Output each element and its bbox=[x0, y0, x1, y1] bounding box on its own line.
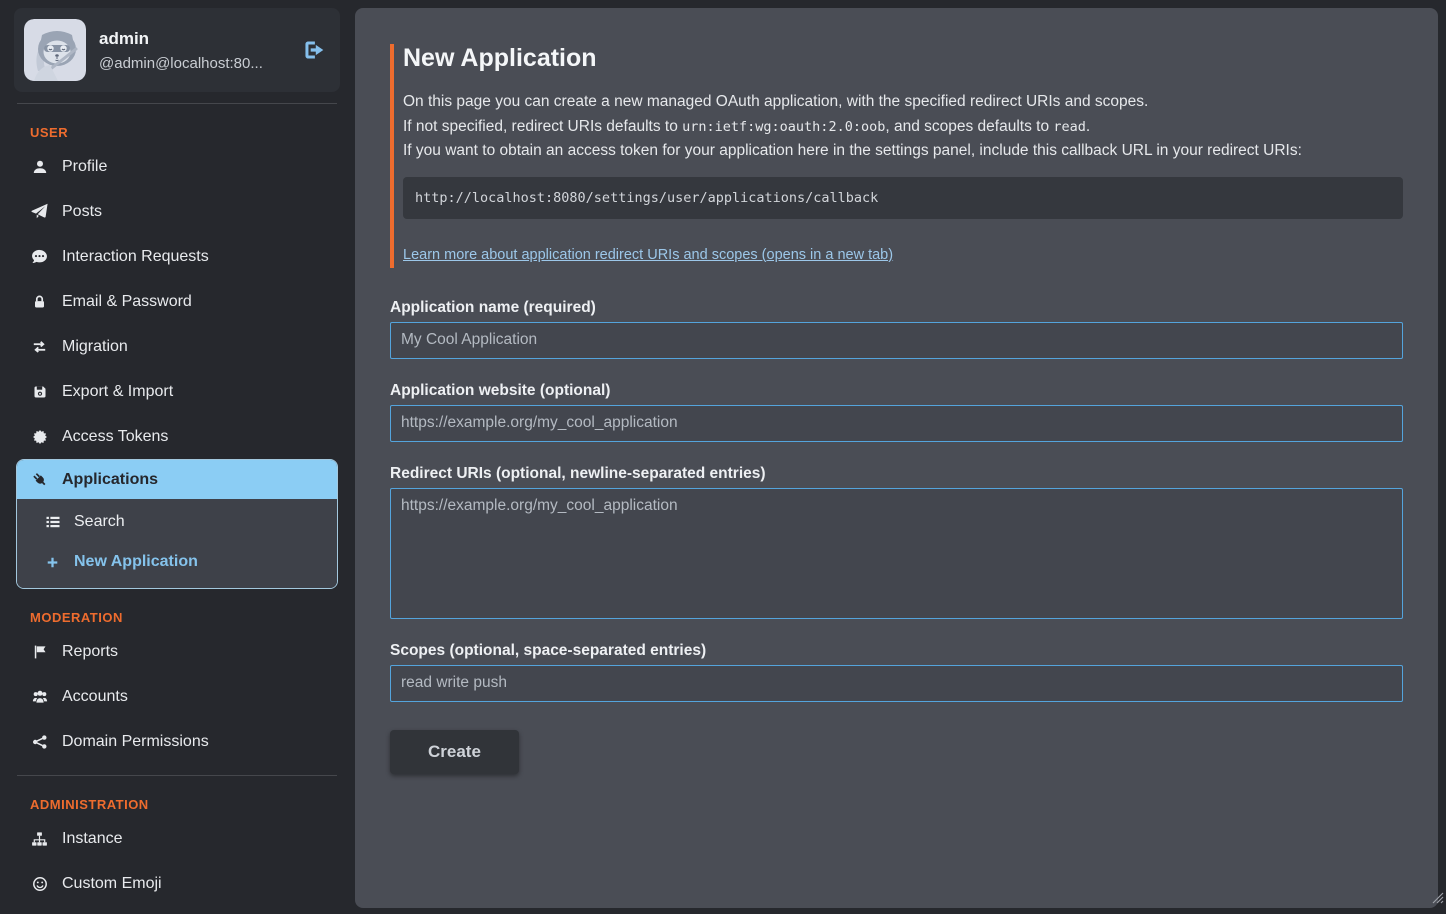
sitemap-icon bbox=[30, 831, 49, 847]
sidebar: admin @admin@localhost:80... USER Profil… bbox=[0, 0, 355, 914]
scopes-input[interactable] bbox=[390, 665, 1403, 702]
inline-code-oob: urn:ietf:wg:oauth:2.0:oob bbox=[682, 119, 885, 135]
intro-line-3: If you want to obtain an access token fo… bbox=[403, 142, 1302, 159]
flag-icon bbox=[30, 644, 49, 660]
sidebar-item-email-password[interactable]: Email & Password bbox=[14, 279, 340, 324]
sidebar-item-custom-emoji[interactable]: Custom Emoji bbox=[14, 861, 340, 906]
main-panel: New Application On this page you can cre… bbox=[355, 8, 1438, 908]
inline-code-read: read bbox=[1053, 119, 1086, 135]
redirect-uris-label: Redirect URIs (optional, newline-separat… bbox=[390, 465, 1403, 483]
sidebar-item-label: Profile bbox=[62, 158, 107, 176]
sidebar-item-applications-search[interactable]: Search bbox=[17, 502, 337, 542]
sidebar-item-label: Interaction Requests bbox=[62, 248, 209, 266]
intro-line-1: On this page you can create a new manage… bbox=[403, 93, 1148, 110]
sidebar-item-reports[interactable]: Reports bbox=[14, 629, 340, 674]
intro-line-2-suffix: . bbox=[1086, 118, 1090, 135]
divider bbox=[17, 103, 337, 104]
applications-group: Applications Search New Application bbox=[16, 459, 338, 589]
sidebar-item-access-tokens[interactable]: Access Tokens bbox=[14, 414, 340, 459]
intro-line-2-mid: , and scopes defaults to bbox=[885, 118, 1053, 135]
nav-user: Profile Posts Interaction Requests Email… bbox=[14, 144, 340, 459]
share-nodes-icon bbox=[30, 734, 49, 750]
paper-plane-icon bbox=[30, 203, 49, 220]
section-header-administration: ADMINISTRATION bbox=[30, 797, 340, 812]
sidebar-item-actions[interactable]: Actions bbox=[14, 906, 340, 914]
sidebar-item-migration[interactable]: Migration bbox=[14, 324, 340, 369]
floppy-disk-icon bbox=[30, 384, 49, 400]
sidebar-item-label: New Application bbox=[74, 553, 198, 571]
intro-paragraph: On this page you can create a new manage… bbox=[403, 90, 1403, 164]
sidebar-item-label: Applications bbox=[62, 471, 158, 489]
applications-submenu: Search New Application bbox=[17, 499, 337, 588]
sidebar-item-label: Posts bbox=[62, 203, 102, 221]
window-resize-grip[interactable] bbox=[1430, 890, 1445, 910]
sidebar-item-domain-permissions[interactable]: Domain Permissions bbox=[14, 719, 340, 764]
sidebar-item-label: Access Tokens bbox=[62, 428, 168, 446]
sidebar-item-label: Migration bbox=[62, 338, 128, 356]
sidebar-item-label: Export & Import bbox=[62, 383, 173, 401]
sidebar-item-applications[interactable]: Applications bbox=[17, 460, 337, 499]
sidebar-item-label: Email & Password bbox=[62, 293, 192, 311]
redirect-uris-textarea[interactable] bbox=[390, 488, 1403, 619]
sidebar-item-label: Accounts bbox=[62, 688, 128, 706]
section-header-user: USER bbox=[30, 125, 340, 140]
user-card[interactable]: admin @admin@localhost:80... bbox=[14, 8, 340, 92]
smiley-icon bbox=[30, 876, 49, 892]
sidebar-item-profile[interactable]: Profile bbox=[14, 144, 340, 189]
scopes-label: Scopes (optional, space-separated entrie… bbox=[390, 642, 1403, 660]
sidebar-item-label: Reports bbox=[62, 643, 118, 661]
list-icon bbox=[43, 514, 62, 530]
intro-block: New Application On this page you can cre… bbox=[390, 44, 1403, 268]
sign-out-icon[interactable] bbox=[302, 38, 326, 62]
sidebar-item-export-import[interactable]: Export & Import bbox=[14, 369, 340, 414]
sidebar-item-interaction-requests[interactable]: Interaction Requests bbox=[14, 234, 340, 279]
sidebar-item-instance[interactable]: Instance bbox=[14, 816, 340, 861]
sidebar-item-accounts[interactable]: Accounts bbox=[14, 674, 340, 719]
sloth-avatar bbox=[24, 19, 86, 81]
sidebar-item-posts[interactable]: Posts bbox=[14, 189, 340, 234]
callback-url-codeblock: http://localhost:8080/settings/user/appl… bbox=[403, 177, 1403, 219]
learn-more-link[interactable]: Learn more about application redirect UR… bbox=[403, 247, 893, 263]
application-website-label: Application website (optional) bbox=[390, 382, 1403, 400]
new-application-form: Application name (required) Application … bbox=[390, 299, 1403, 774]
user-icon bbox=[30, 159, 49, 175]
application-name-label: Application name (required) bbox=[390, 299, 1403, 317]
application-website-input[interactable] bbox=[390, 405, 1403, 442]
plug-icon bbox=[27, 467, 52, 492]
sidebar-item-applications-new[interactable]: New Application bbox=[17, 542, 337, 582]
users-icon bbox=[30, 689, 49, 705]
comment-dots-icon bbox=[30, 248, 49, 265]
plus-icon bbox=[43, 555, 62, 570]
section-header-moderation: MODERATION bbox=[30, 610, 340, 625]
user-meta: admin @admin@localhost:80... bbox=[99, 29, 289, 72]
nav-moderation: Reports Accounts Domain Permissions bbox=[14, 629, 340, 764]
user-name: admin bbox=[99, 29, 289, 49]
sidebar-item-label: Instance bbox=[62, 830, 122, 848]
sidebar-item-label: Custom Emoji bbox=[62, 875, 162, 893]
divider bbox=[17, 775, 337, 776]
create-button[interactable]: Create bbox=[390, 730, 519, 774]
nav-administration: Instance Custom Emoji Actions bbox=[14, 816, 340, 914]
sidebar-item-label: Domain Permissions bbox=[62, 733, 209, 751]
sidebar-item-label: Search bbox=[74, 513, 125, 531]
certificate-icon bbox=[30, 429, 49, 445]
exchange-arrows-icon bbox=[30, 339, 49, 355]
application-name-input[interactable] bbox=[390, 322, 1403, 359]
page-title: New Application bbox=[403, 44, 1403, 73]
lock-icon bbox=[30, 294, 49, 310]
user-handle: @admin@localhost:80... bbox=[99, 55, 289, 72]
intro-line-2-prefix: If not specified, redirect URIs defaults… bbox=[403, 118, 682, 135]
